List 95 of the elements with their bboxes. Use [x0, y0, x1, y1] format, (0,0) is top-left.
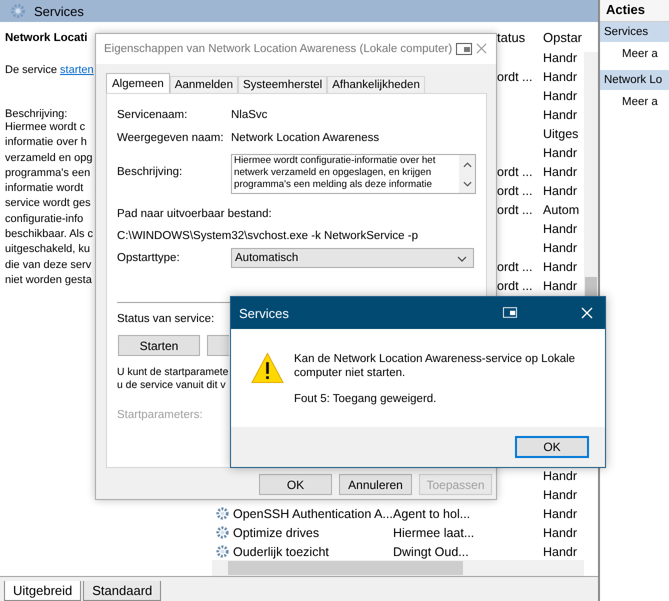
startup-type: Uitges [543, 126, 578, 140]
view-tab[interactable]: Uitgebreid [4, 581, 82, 601]
description-line: verzameld en opg [5, 150, 92, 166]
service-heading: Network Locati [5, 32, 88, 44]
gear-icon [215, 525, 230, 540]
dialog-title: Services [239, 306, 289, 320]
field-label: Beschrijving: [117, 165, 184, 178]
dialog-title: Eigenschappen van Network Location Awareness (Lokale computer) [104, 43, 452, 55]
startup-type: Handr [543, 108, 578, 122]
actions-section[interactable]: Network Lo [600, 70, 669, 90]
description-line: informatie wordt [5, 181, 84, 196]
startup-type: Handr [543, 50, 578, 64]
scroll-down-icon[interactable] [462, 180, 472, 186]
dialog-button[interactable]: Annuleren [339, 474, 412, 495]
startup-type: Handr [543, 468, 578, 482]
description-box[interactable]: Hiermee wordt configuratie-informatie over het netwerk verzameld en opgeslagen, en krijgen programma's een melding als deze informatie [231, 154, 476, 194]
warning-icon [251, 352, 284, 384]
service-description: Dwingt Oud... [393, 544, 469, 558]
startup-type-dropdown[interactable]: Automatisch [231, 248, 474, 268]
startup-type: Handr [543, 88, 578, 102]
startup-type: Handr [543, 506, 578, 520]
description-label: Beschrijving: [5, 108, 68, 120]
scrollbar[interactable] [584, 52, 598, 296]
field-label: Opstarttype: [117, 252, 181, 264]
startup-type: Handr [543, 488, 578, 502]
service-status: ordt ... [497, 260, 532, 274]
description-line: programma's een [5, 166, 90, 181]
hint-text: U kunt de startparamete [117, 366, 228, 379]
startup-type: Handr [543, 526, 578, 540]
service-status: ordt ... [497, 184, 532, 198]
caret-icon [457, 256, 467, 262]
service-description: Agent to hol... [393, 506, 470, 520]
dialog-button[interactable] [207, 335, 229, 356]
gear-icon [215, 506, 230, 521]
window-title: Services [34, 4, 84, 18]
error-text: Fout 5: Toegang geweigerd. [294, 392, 436, 406]
field-value: NlaSvc [231, 109, 268, 121]
view-tab[interactable]: Standaard [83, 581, 162, 601]
start-link[interactable]: starten [60, 64, 94, 76]
actions-title: Acties [600, 0, 669, 22]
description-line: service wordt ges [5, 196, 91, 212]
service-status: ordt ... [497, 278, 532, 292]
description-line: die van deze serv [5, 258, 92, 273]
start-sentence: De service starten [5, 64, 94, 76]
description-line: informatie over h [5, 135, 87, 150]
startup-type: Handr [543, 164, 578, 178]
description-line: niet worden gesta [5, 272, 92, 288]
startup-type: Autom [543, 202, 580, 216]
scrollbar[interactable] [212, 560, 584, 576]
window-icon [456, 43, 472, 55]
dialog-tab[interactable]: Algemeen [106, 73, 170, 93]
description-line: beschikbaar. Als c [5, 227, 94, 242]
service-status: ordt ... [497, 202, 532, 216]
hint-text: u de service vanuit dit v [117, 379, 226, 392]
gear-icon [215, 544, 230, 559]
field-label: Pad naar uitvoerbaar bestand: [117, 208, 272, 220]
dialog-tab[interactable]: Aanmelden [170, 76, 238, 93]
path-value: C:\WINDOWS\System32\svchost.exe -k NetworkService -p [117, 230, 418, 242]
description-line: configuratie-info [5, 212, 84, 227]
startup-type: Handr [543, 278, 578, 292]
startup-type: Handr [543, 184, 578, 198]
column-header[interactable]: tatus [497, 30, 540, 44]
field-label: Startparameters: [117, 409, 203, 421]
startup-type: Handr [543, 544, 578, 558]
column-header[interactable]: Opstar [540, 30, 585, 44]
field-value: Network Location Awareness [231, 132, 380, 144]
field-label: Status van service: [117, 313, 214, 325]
dialog-tab[interactable]: Systeemherstel [238, 76, 328, 93]
startup-type: Handr [543, 70, 578, 84]
service-name: OpenSSH Authentication A... [233, 506, 393, 520]
service-status: ordt ... [497, 70, 532, 84]
dialog-button[interactable]: OK [259, 474, 332, 495]
message-text: Kan de Network Location Awareness-service op Lokale [294, 352, 576, 366]
service-name: Optimize drives [233, 526, 320, 540]
actions-item[interactable]: Meer a [600, 90, 669, 118]
field-label: Servicenaam: [117, 109, 188, 121]
startup-type: Handr [543, 222, 578, 236]
field-label: Weergegeven naam: [117, 132, 225, 144]
startup-type: Handr [543, 240, 578, 254]
actions-section[interactable]: Services [600, 22, 669, 42]
start-button[interactable]: Starten [118, 335, 200, 356]
gear-icon [10, 3, 26, 19]
scroll-up-icon[interactable] [462, 162, 472, 168]
window-icon [503, 307, 517, 318]
startup-type: Handr [543, 146, 578, 160]
description-line: Hiermee wordt c [5, 120, 86, 135]
dialog-tab[interactable]: Afhankelijkheden [327, 76, 425, 93]
actions-item[interactable]: Meer a [600, 42, 669, 70]
description-line: uitgeschakeld, ku [5, 242, 90, 258]
service-status: ordt ... [497, 164, 532, 178]
service-description: Hiermee laat... [393, 526, 474, 540]
ok-button[interactable]: OK [515, 436, 589, 458]
message-text: computer niet starten. [294, 366, 406, 380]
startup-type: Handr [543, 260, 578, 274]
service-name: Ouderlijk toezicht [233, 544, 329, 558]
